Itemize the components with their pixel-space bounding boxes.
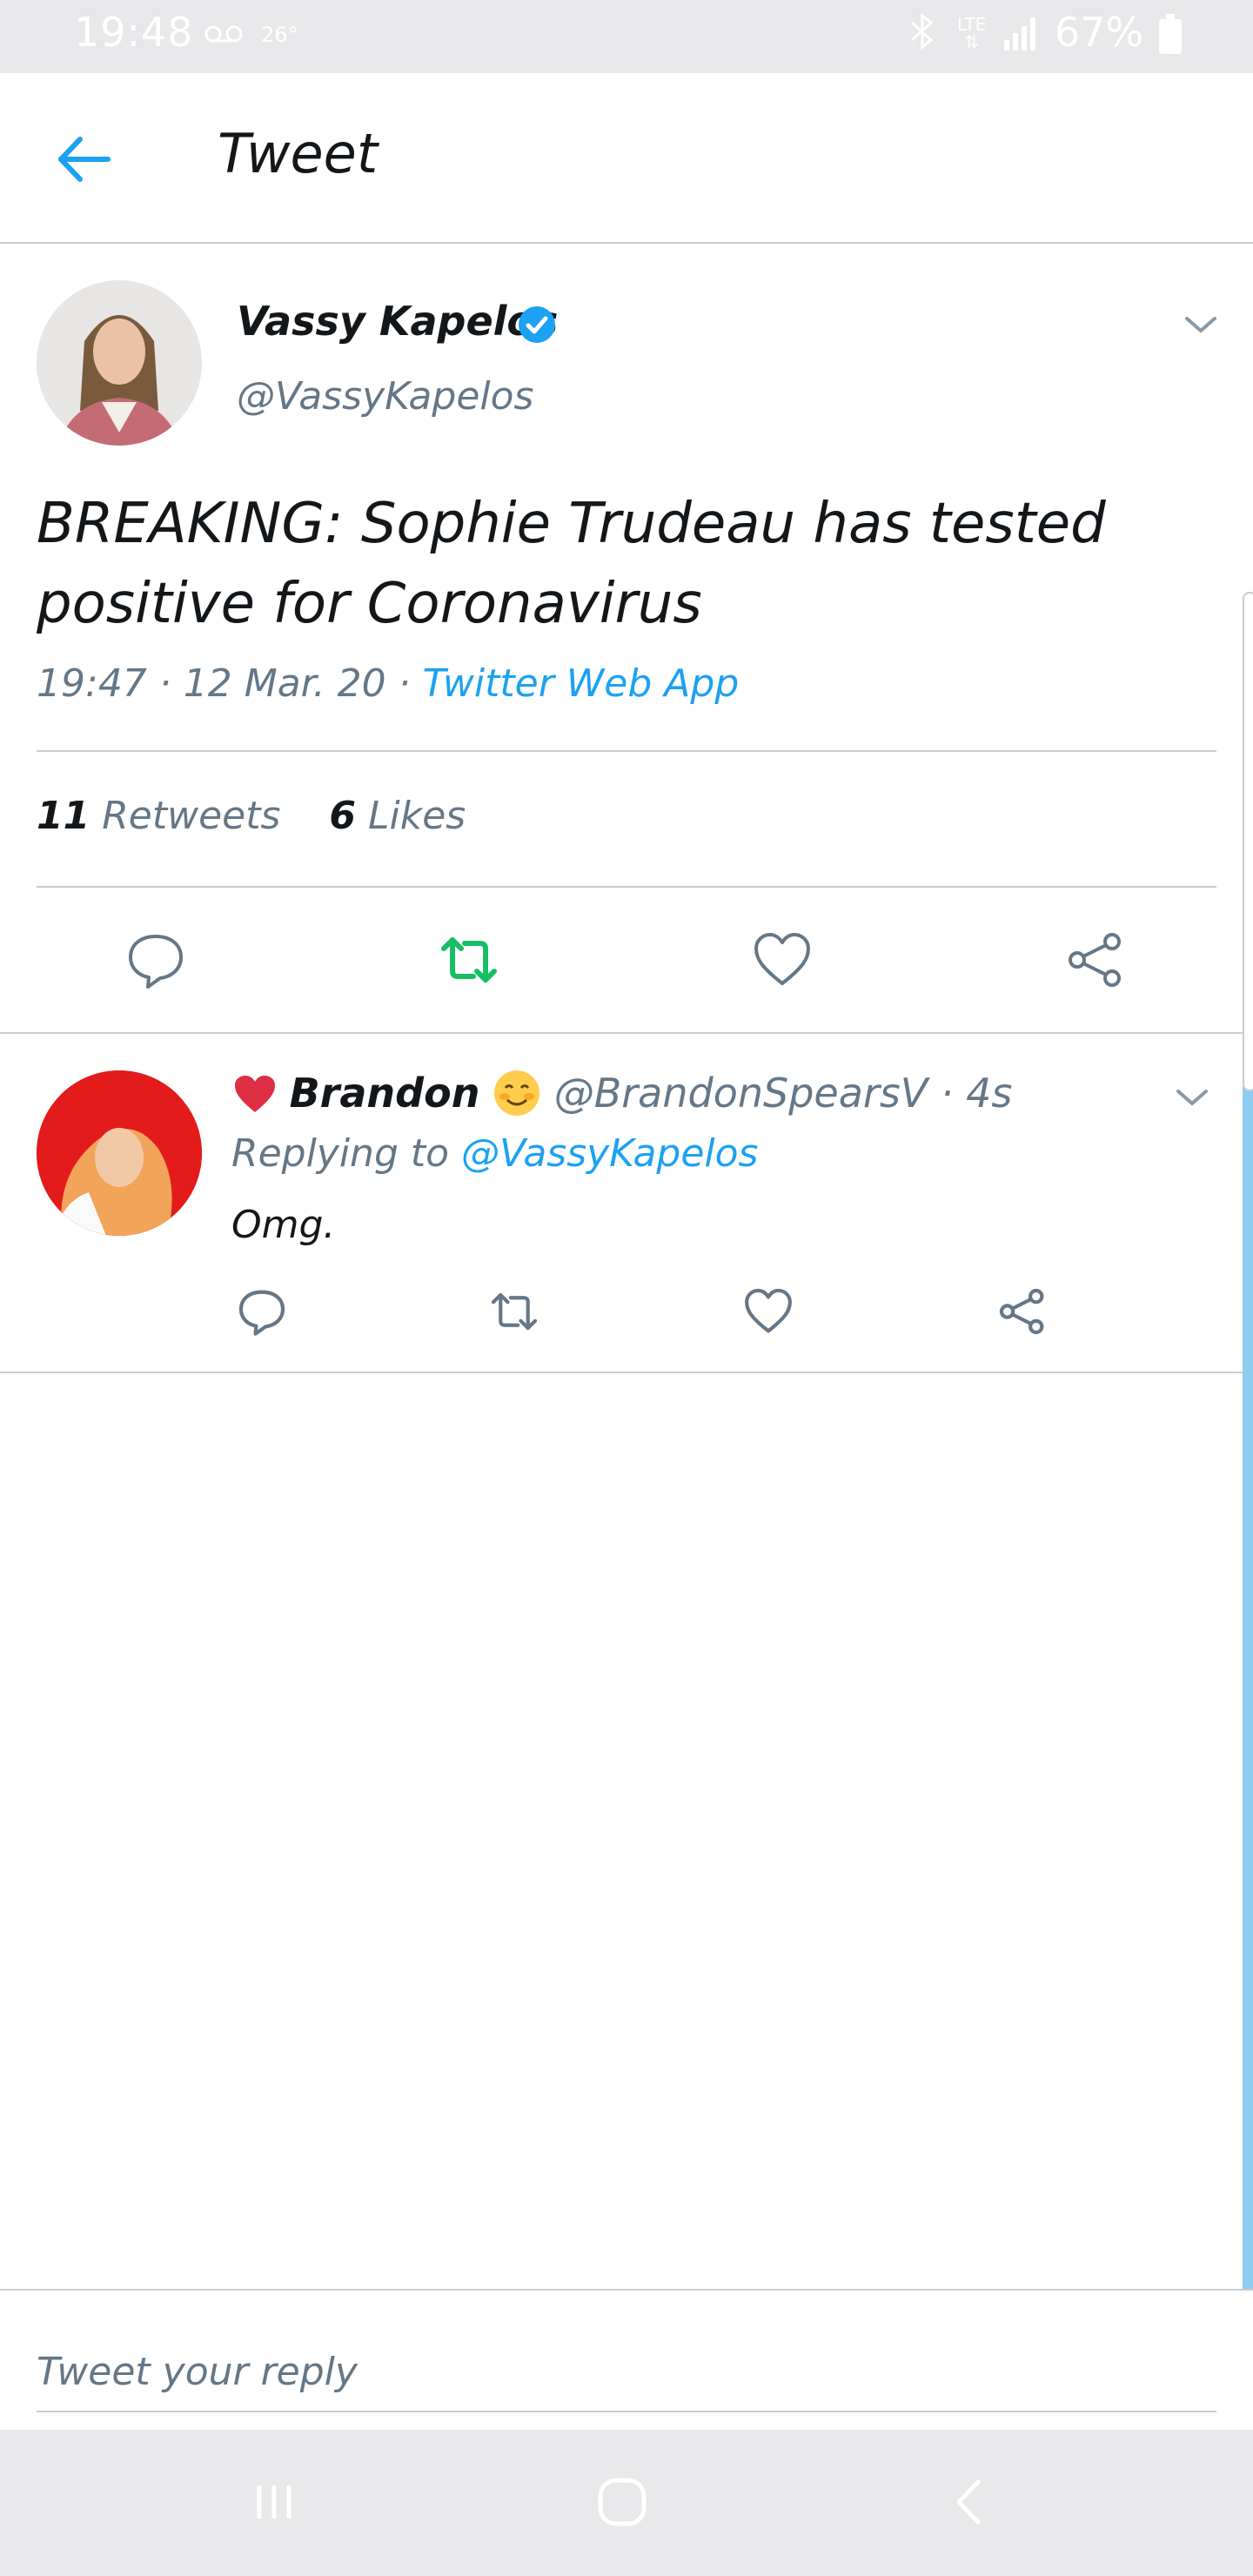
signal-icon bbox=[1002, 14, 1041, 52]
status-time: 19:48 bbox=[74, 9, 194, 56]
like-icon[interactable] bbox=[752, 929, 813, 990]
top-bar bbox=[0, 73, 1253, 244]
battery-icon bbox=[1159, 14, 1182, 54]
home-icon[interactable] bbox=[592, 2472, 653, 2532]
tweet-source-link[interactable]: Twitter Web App bbox=[423, 661, 740, 706]
red-heart-emoji-icon bbox=[233, 1074, 277, 1114]
divider bbox=[0, 1032, 1253, 1034]
back-nav-icon[interactable] bbox=[940, 2472, 1001, 2532]
retweet-icon[interactable] bbox=[489, 1286, 539, 1337]
replying-to-mention[interactable]: @VassyKapelos bbox=[461, 1131, 758, 1176]
likes-stat[interactable]: 6 Likes bbox=[329, 794, 466, 838]
tweet-stats: 11 Retweets 6 Likes bbox=[37, 794, 466, 838]
retweets-stat[interactable]: 11 Retweets bbox=[37, 794, 280, 838]
voicemail-icon bbox=[204, 17, 243, 52]
reply-author-avatar[interactable] bbox=[37, 1070, 202, 1236]
scroll-track bbox=[1243, 1079, 1253, 2289]
divider bbox=[37, 750, 1216, 752]
tweet-text: BREAKING: Sophie Trudeau has tested posi… bbox=[37, 492, 1106, 636]
tweet-timestamp: 19:47 · 12 Mar. 20 · bbox=[37, 661, 423, 706]
battery-percent: 67% bbox=[1055, 9, 1144, 56]
status-temperature: 26° bbox=[261, 23, 298, 47]
scrollbar-thumb[interactable] bbox=[1243, 592, 1253, 1091]
reply-handle-time[interactable]: @BrandonSpearsV · 4s bbox=[554, 1070, 1013, 1117]
author-handle[interactable]: @VassyKapelos bbox=[237, 374, 533, 419]
verified-badge-icon bbox=[517, 305, 557, 345]
network-type: LTE ⇅ bbox=[957, 14, 987, 52]
author-avatar[interactable] bbox=[37, 280, 202, 446]
share-icon[interactable] bbox=[1065, 929, 1126, 990]
divider bbox=[0, 1372, 1253, 1373]
recent-apps-icon[interactable] bbox=[244, 2472, 305, 2532]
like-icon[interactable] bbox=[743, 1286, 794, 1337]
divider bbox=[0, 2289, 1253, 2291]
reply-header: Brandon @BrandonSpearsV · 4s bbox=[233, 1069, 1012, 1117]
smiling-face-emoji-icon bbox=[492, 1069, 541, 1117]
arrow-left-icon[interactable] bbox=[54, 129, 115, 190]
page-title: Tweet bbox=[218, 122, 379, 185]
reply-compose-input[interactable] bbox=[37, 2332, 1216, 2412]
share-icon[interactable] bbox=[997, 1286, 1048, 1337]
reply-icon[interactable] bbox=[125, 929, 186, 990]
reply-text: Omg. bbox=[231, 1203, 336, 1247]
reply-icon[interactable] bbox=[237, 1286, 287, 1337]
divider bbox=[37, 886, 1216, 888]
author-name[interactable]: Vassy Kapelos bbox=[237, 298, 558, 345]
retweet-icon[interactable] bbox=[439, 929, 499, 990]
tweet-metadata: 19:47 · 12 Mar. 20 · Twitter Web App bbox=[37, 661, 739, 706]
bluetooth-icon bbox=[907, 12, 938, 58]
chevron-down-icon[interactable] bbox=[1173, 1084, 1211, 1110]
reply-author-name[interactable]: Brandon bbox=[290, 1070, 480, 1117]
replying-to: Replying to @VassyKapelos bbox=[231, 1131, 759, 1176]
chevron-down-icon[interactable] bbox=[1182, 312, 1220, 338]
